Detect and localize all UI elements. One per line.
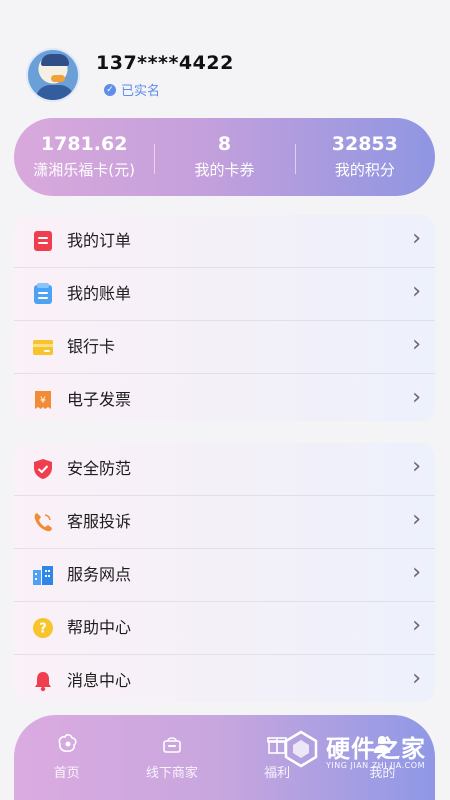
bank-card-icon: [33, 340, 53, 355]
invoice-icon: ¥: [35, 391, 51, 409]
tab-label: 首页: [53, 766, 80, 781]
chevron-right-icon: ›: [412, 279, 421, 304]
stat-value: 8: [217, 133, 232, 155]
chevron-right-icon: ›: [412, 560, 421, 585]
svg-text:?: ?: [39, 622, 47, 637]
menu-item-service-outlets[interactable]: 服务网点 ›: [14, 549, 435, 602]
shield-icon: [34, 459, 52, 479]
verified-label: 已实名: [121, 84, 161, 99]
chevron-right-icon: ›: [412, 666, 421, 691]
menu-item-security[interactable]: 安全防范 ›: [14, 443, 435, 496]
menu-item-label: 安全防范: [67, 459, 132, 478]
menu-item-help-center[interactable]: ? 帮助中心 ›: [14, 602, 435, 655]
building-icon: [33, 566, 53, 585]
stat-card-balance[interactable]: 1781.62 潇湘乐福卡(元): [14, 132, 154, 182]
tab-offline-merchants[interactable]: 线下商家: [127, 732, 217, 783]
stat-label: 我的卡券: [194, 161, 255, 179]
watermark-subtitle: YING JIAN ZHI JIA.COM: [326, 761, 425, 770]
menu-item-label: 帮助中心: [67, 618, 132, 637]
menu-item-label: 消息中心: [67, 671, 132, 690]
chevron-right-icon: ›: [412, 507, 421, 532]
menu-item-label: 服务网点: [67, 565, 132, 584]
menu-item-label: 银行卡: [67, 337, 116, 356]
home-icon: [58, 734, 77, 752]
menu-card-services: 安全防范 › 客服投诉 › 服务网点 › ? 帮助中心 › 消息中心 ›: [14, 443, 435, 702]
user-phone: 137****4422: [96, 52, 234, 74]
watermark: 硬件之家 YING JIAN ZHI JIA.COM: [282, 727, 442, 779]
menu-item-bank-card[interactable]: 银行卡 ›: [14, 321, 435, 374]
avatar-body: [36, 85, 74, 100]
avatar[interactable]: [26, 48, 80, 102]
bill-icon: [34, 283, 52, 304]
order-icon: [34, 231, 52, 251]
menu-item-e-invoice[interactable]: ¥ 电子发票 ›: [14, 374, 435, 427]
avatar-beak: [51, 75, 65, 82]
avatar-cap: [41, 54, 69, 66]
menu-item-my-orders[interactable]: 我的订单 ›: [14, 215, 435, 268]
stat-value: 32853: [331, 133, 398, 155]
stat-label: 潇湘乐福卡(元): [33, 161, 136, 179]
svg-text:¥: ¥: [40, 396, 46, 406]
chevron-right-icon: ›: [412, 332, 421, 357]
watermark-title: 硬件之家: [326, 735, 426, 763]
phone-icon: [34, 513, 52, 532]
menu-item-label: 客服投诉: [67, 512, 132, 531]
help-icon: ?: [33, 618, 53, 638]
stat-coupons[interactable]: 8 我的卡券: [154, 132, 294, 182]
verified-status: ✓ 已实名: [104, 80, 160, 99]
verified-check-icon: ✓: [104, 83, 116, 96]
chevron-right-icon: ›: [412, 454, 421, 479]
menu-item-label: 我的账单: [67, 284, 132, 303]
tab-home[interactable]: 首页: [22, 732, 112, 783]
watermark-logo-icon: [284, 730, 318, 768]
menu-item-label: 电子发票: [67, 390, 132, 409]
profile-header[interactable]: 137****4422 ✓ 已实名: [26, 48, 426, 102]
menu-item-customer-service[interactable]: 客服投诉 ›: [14, 496, 435, 549]
store-icon: [163, 737, 181, 753]
tab-label: 线下商家: [145, 766, 198, 781]
chevron-right-icon: ›: [412, 613, 421, 638]
stat-value: 1781.62: [40, 133, 128, 155]
menu-item-label: 我的订单: [67, 231, 132, 250]
stat-points[interactable]: 32853 我的积分: [294, 132, 435, 182]
stats-panel: 1781.62 潇湘乐福卡(元) 8 我的卡券 32853 我的积分: [14, 118, 435, 196]
menu-item-my-bills[interactable]: 我的账单 ›: [14, 268, 435, 321]
menu-card-orders: 我的订单 › 我的账单 › 银行卡 › ¥ 电子发票 ›: [14, 215, 435, 421]
menu-item-message-center[interactable]: 消息中心 ›: [14, 655, 435, 708]
stat-label: 我的积分: [334, 161, 395, 179]
bell-icon: [35, 672, 51, 692]
chevron-right-icon: ›: [412, 385, 421, 410]
chevron-right-icon: ›: [412, 226, 421, 251]
